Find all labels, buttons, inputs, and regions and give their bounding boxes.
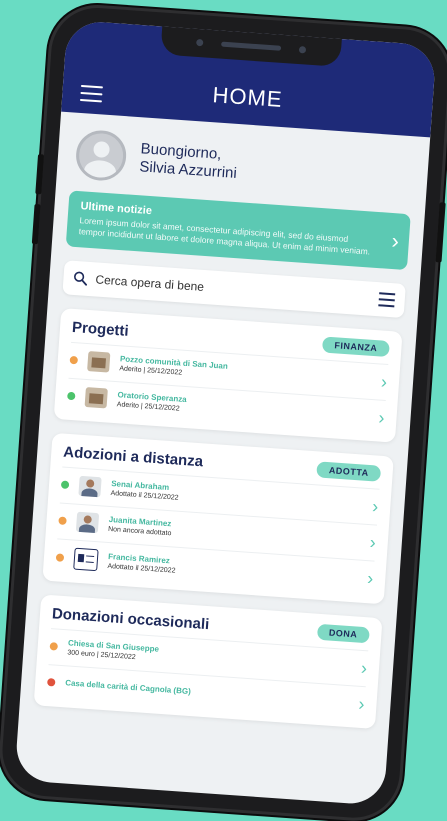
list-item-name: Casa della carità di Cagnola (BG) — [64, 678, 192, 696]
status-dot — [49, 642, 59, 652]
volume-down-button — [31, 203, 41, 245]
chevron-right-icon[interactable]: › — [360, 658, 367, 679]
power-button — [435, 202, 446, 263]
status-dot — [46, 678, 56, 688]
section-action-button[interactable]: ADOTTA — [316, 461, 382, 483]
greeting: Buongiorno, Silvia Azzurrini — [74, 128, 411, 202]
speaker-grill — [221, 41, 282, 51]
avatar[interactable] — [74, 128, 128, 183]
main-content: Buongiorno, Silvia Azzurrini Ultime noti… — [18, 112, 430, 756]
greeting-text: Buongiorno, Silvia Azzurrini — [139, 140, 239, 183]
status-dot — [55, 553, 65, 562]
section-card: Donazioni occasionali DONA Chiesa di San G… — [33, 594, 383, 729]
section-card: Adozioni a distanza ADOTTA Senai Abraham Ad… — [42, 432, 394, 605]
section-title: Progetti — [71, 318, 130, 340]
screen: HOME Buongiorno, Silvia Azzurrini Ultime… — [14, 19, 437, 806]
sections-list: Progetti FINANZA Pozzo comunità di San Jua… — [33, 308, 403, 729]
thumbnail-image — [78, 476, 102, 498]
section-card: Progetti FINANZA Pozzo comunità di San Jua… — [53, 308, 403, 443]
chevron-right-icon[interactable]: › — [369, 532, 376, 553]
chevron-right-icon[interactable]: › — [358, 694, 365, 715]
list-item-text: Casa della carità di Cagnola (BG) — [65, 678, 349, 709]
chevron-right-icon[interactable]: › — [380, 372, 387, 393]
list-item-text: Oratorio Speranza Aderito | 25/12/2022 — [117, 391, 370, 427]
filter-icon[interactable] — [378, 292, 396, 308]
volume-up-button — [35, 154, 45, 195]
chevron-right-icon[interactable]: › — [378, 407, 385, 428]
status-dot — [66, 392, 76, 401]
sensor-icon — [298, 45, 307, 54]
chevron-right-icon[interactable]: › — [391, 228, 400, 254]
chevron-right-icon[interactable]: › — [372, 496, 379, 517]
list-item-text: Francis Ramirez Adottato il 25/12/2022 — [107, 552, 358, 587]
thumbnail-image — [84, 387, 108, 409]
section-action-button[interactable]: FINANZA — [321, 336, 390, 358]
status-dot — [69, 356, 79, 365]
thumbnail-image — [75, 512, 100, 534]
search-bar — [62, 260, 406, 318]
news-banner[interactable]: Ultime notizie Lorem ipsum dolor sit ame… — [65, 190, 411, 271]
chevron-right-icon[interactable]: › — [367, 569, 374, 590]
id-card-icon — [73, 547, 99, 572]
camera-icon — [196, 38, 204, 46]
section-title: Adozioni a distanza — [62, 443, 204, 471]
status-dot — [60, 480, 70, 490]
status-dot — [58, 516, 67, 526]
thumbnail-image — [87, 351, 111, 374]
search-icon — [74, 271, 87, 286]
section-action-button[interactable]: DONA — [316, 624, 370, 644]
search-input[interactable] — [92, 271, 374, 307]
phone-frame: HOME Buongiorno, Silvia Azzurrini Ultime… — [0, 4, 447, 821]
